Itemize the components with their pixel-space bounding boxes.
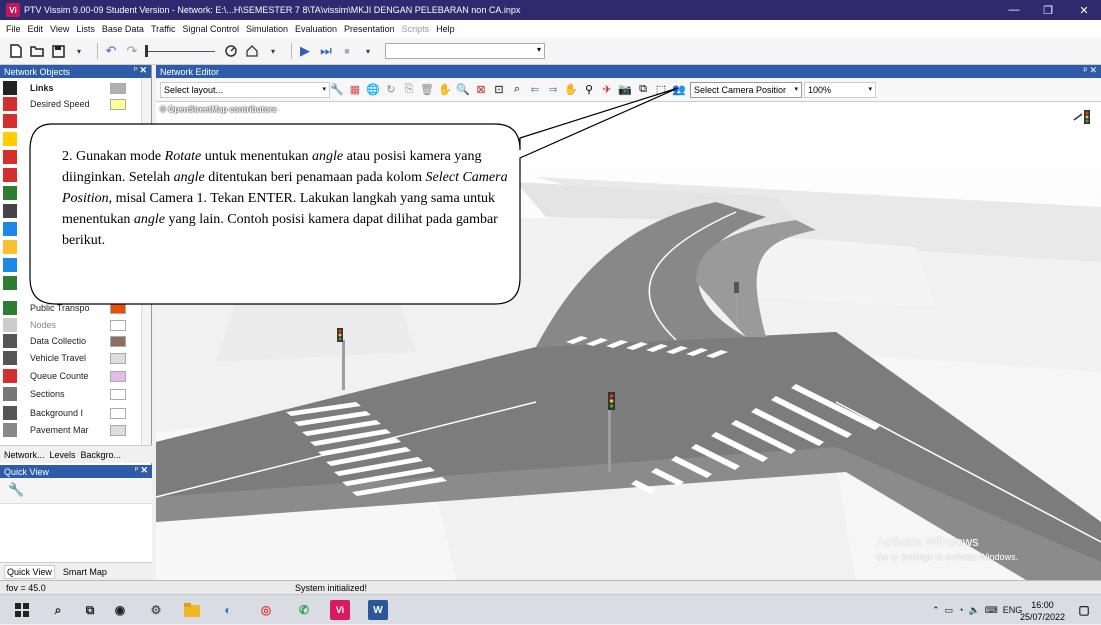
callout-text-part: ditentukan beri penamaan pada kolom <box>204 170 426 185</box>
callout-text-part: angle <box>173 170 205 185</box>
search-icon[interactable]: ⌕ <box>48 600 68 620</box>
fov-readout: fov = 45.0 <box>6 582 46 593</box>
clock[interactable]: 16:00 25/07/2022 <box>1020 599 1065 623</box>
volume-icon[interactable]: 🔈 <box>969 605 980 616</box>
callout-text-part: angle <box>312 149 344 164</box>
battery-icon[interactable]: ▭ <box>945 605 954 616</box>
task-view-icon[interactable]: ⧉ <box>80 600 100 620</box>
chevron-up-icon[interactable]: ⌃ <box>932 605 940 616</box>
callout-text: 2. Gunakan mode Rotate untuk menentukan … <box>62 146 532 251</box>
file-explorer-icon[interactable] <box>182 600 202 620</box>
vissim-app-icon[interactable]: ◉ <box>110 600 130 620</box>
clock-time: 16:00 <box>1031 600 1054 610</box>
callout-text-part: Rotate <box>164 149 202 164</box>
clock-date: 25/07/2022 <box>1019 612 1065 622</box>
chrome-icon[interactable]: ◎ <box>256 600 276 620</box>
callout-text-part: 2. Gunakan mode <box>62 149 165 164</box>
whatsapp-icon[interactable]: ✆ <box>294 600 314 620</box>
word-icon[interactable]: W <box>368 600 388 620</box>
notifications-icon[interactable]: ▢ <box>1074 600 1094 620</box>
callout-text-part: angle <box>133 212 166 227</box>
vissim-running-icon[interactable]: Vi <box>330 600 350 620</box>
status-message: System initialized! <box>295 582 368 593</box>
callout-bubble <box>29 87 679 305</box>
callout-text-part: untuk menentukan <box>201 149 313 164</box>
keyboard-icon[interactable]: ⌨ <box>985 605 998 616</box>
settings-icon[interactable]: ⚙ <box>146 600 166 620</box>
tray-icons[interactable]: ⌃ ▭ ◔ 🔈 ⌨ ENG <box>932 595 1022 625</box>
windows-start-icon[interactable] <box>12 600 32 620</box>
wifi-icon[interactable]: ◔ <box>958 605 963 615</box>
taskbar: ⌕ ⧉ ◉ ⚙ ◐ ◎ ✆ Vi W ⌃ ▭ ◔ 🔈 ⌨ ENG 16:00 2… <box>0 594 1101 624</box>
edge-icon[interactable]: ◐ <box>218 600 238 620</box>
status-bar: fov = 45.0 System initialized! <box>0 580 1101 594</box>
